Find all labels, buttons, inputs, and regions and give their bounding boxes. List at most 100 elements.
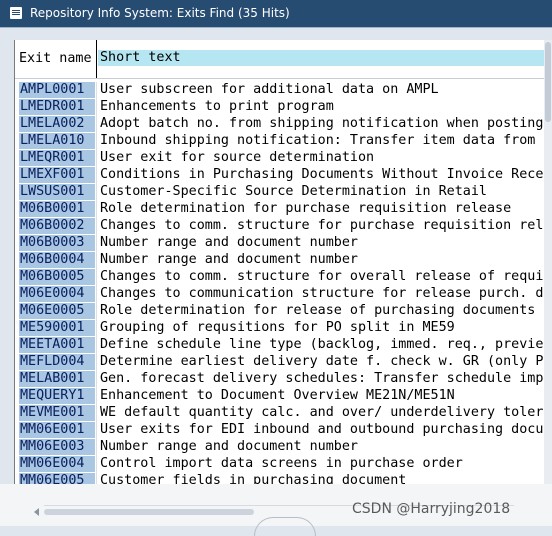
exit-name-cell[interactable]: LMELA002: [19, 116, 95, 132]
short-text[interactable]: Changes to comm. structure for purchase …: [100, 218, 543, 234]
exit-name: LWSUS001: [20, 184, 85, 199]
exit-name-cell[interactable]: MEVME001: [19, 405, 95, 421]
short-text[interactable]: Inbound shipping notification: Transfer …: [100, 133, 535, 149]
table-row[interactable]: LMEDR001 Enhancements to print program: [15, 99, 545, 116]
short-text[interactable]: Control import data screens in purchase …: [100, 456, 463, 472]
short-text[interactable]: Grouping of requsitions for PO split in …: [100, 320, 455, 336]
short-text[interactable]: Role determination for release of purcha…: [100, 303, 535, 319]
exit-name-cell[interactable]: M06B0002: [19, 218, 95, 234]
exit-name-cell[interactable]: MM06E003: [19, 439, 95, 455]
short-text[interactable]: Adopt batch no. from shipping notificati…: [100, 116, 543, 132]
exit-name-cell[interactable]: M06B0005: [19, 269, 95, 285]
exit-name: MM06E004: [20, 456, 85, 471]
exit-name-cell[interactable]: ME590001: [19, 320, 95, 336]
exit-name-cell[interactable]: MM06E005: [19, 473, 95, 484]
exit-name-cell[interactable]: M06E0005: [19, 303, 95, 319]
table-row[interactable]: M06E0005 Role determination for release o…: [15, 303, 545, 320]
table-row[interactable]: MM06E005 Customer fields in purchasing do…: [15, 473, 545, 484]
table-row[interactable]: ME590001 Grouping of requsitions for PO s…: [15, 320, 545, 337]
short-text[interactable]: Number range and document number: [100, 252, 358, 268]
table-row[interactable]: MELAB001 Gen. forecast delivery schedules…: [15, 371, 545, 388]
short-text[interactable]: Enhancements to print program: [100, 99, 334, 115]
window-menu-icon[interactable]: [10, 7, 22, 19]
table-row[interactable]: M06B0005 Changes to comm. structure for o…: [15, 269, 545, 286]
exit-name-cell[interactable]: MEQUERY1: [19, 388, 95, 404]
table-row[interactable]: LMELA010 Inbound shipping notification: T…: [15, 133, 545, 150]
short-text[interactable]: Determine earliest delivery date f. chec…: [100, 354, 543, 370]
table-header: Exit name Short text: [15, 40, 545, 79]
exit-name-cell[interactable]: LMEDR001: [19, 99, 95, 115]
table-row[interactable]: M06B0003 Number range and document number: [15, 235, 545, 252]
table-row[interactable]: MEQUERY1 Enhancement to Document Overview…: [15, 388, 545, 405]
table-row[interactable]: MM06E003 Number range and document number: [15, 439, 545, 456]
exit-name-cell[interactable]: LWSUS001: [19, 184, 95, 200]
exit-name: MM06E001: [20, 422, 85, 437]
results-table: Exit name Short text AMPL0001 User subscr…: [14, 40, 545, 484]
table-row[interactable]: M06B0001 Role determination for purchase …: [15, 201, 545, 218]
table-row[interactable]: AMPL0001 User subscreen for additional da…: [15, 82, 545, 99]
exit-name: MEETA001: [20, 337, 85, 352]
short-text[interactable]: Gen. forecast delivery schedules: Transf…: [100, 371, 543, 387]
short-text[interactable]: User exit for source determination: [100, 150, 374, 166]
short-text[interactable]: Customer-Specific Source Determination i…: [100, 184, 487, 200]
vertical-scrollbar[interactable]: [544, 40, 552, 484]
table-row[interactable]: MEFLD004 Determine earliest delivery date…: [15, 354, 545, 371]
table-row[interactable]: MEVME001 WE default quantity calc. and ov…: [15, 405, 545, 422]
exit-name-cell[interactable]: MM06E001: [19, 422, 95, 438]
exit-name: LMEDR001: [20, 99, 85, 114]
table-row[interactable]: LMEXF001 Conditions in Purchasing Documen…: [15, 167, 545, 184]
exit-name-cell[interactable]: M06B0004: [19, 252, 95, 268]
table-row[interactable]: MM06E001 User exits for EDI inbound and o…: [15, 422, 545, 439]
exit-name-cell[interactable]: MEETA001: [19, 337, 95, 353]
column-header-exit-name[interactable]: Exit name: [19, 51, 92, 67]
exit-name-cell[interactable]: AMPL0001: [19, 82, 95, 98]
window-titlebar: Repository Info System: Exits Find (35 H…: [0, 0, 552, 27]
short-text[interactable]: User subscreen for additional data on AM…: [100, 82, 439, 98]
exit-name-cell[interactable]: MEFLD004: [19, 354, 95, 370]
short-text[interactable]: Customer fields in purchasing document: [100, 473, 406, 484]
exit-name: M06E0005: [20, 303, 85, 318]
short-text[interactable]: Number range and document number: [100, 439, 358, 455]
table-row[interactable]: M06B0004 Number range and document number: [15, 252, 545, 269]
exit-name-cell[interactable]: LMELA010: [19, 133, 95, 149]
short-text[interactable]: User exits for EDI inbound and outbound …: [100, 422, 543, 438]
short-text[interactable]: Changes to communication structure for r…: [100, 286, 543, 302]
column-header-short-text: Short text: [100, 50, 181, 65]
exit-name-cell[interactable]: M06B0003: [19, 235, 95, 251]
short-text[interactable]: Number range and document number: [100, 235, 358, 251]
exit-name-cell[interactable]: MELAB001: [19, 371, 95, 387]
scroll-left-arrow-icon[interactable]: [34, 508, 39, 516]
table-row[interactable]: LMELA002 Adopt batch no. from shipping no…: [15, 116, 545, 133]
short-text[interactable]: Enhancement to Document Overview ME21N/M…: [100, 388, 455, 404]
short-text[interactable]: WE default quantity calc. and over/ unde…: [100, 405, 543, 421]
exit-name: M06B0003: [20, 235, 85, 250]
table-body: AMPL0001 User subscreen for additional da…: [15, 82, 545, 484]
titlebar-divider: [0, 27, 552, 28]
exit-name: M06B0004: [20, 252, 85, 267]
table-row[interactable]: LWSUS001 Customer-Specific Source Determi…: [15, 184, 545, 201]
exit-name-cell[interactable]: M06B0001: [19, 201, 95, 217]
exit-name: LMEXF001: [20, 167, 85, 182]
exit-name: LMELA010: [20, 133, 85, 148]
exit-name: MM06E005: [20, 473, 85, 484]
short-text[interactable]: Role determination for purchase requisit…: [100, 201, 511, 217]
table-row[interactable]: MEETA001 Define schedule line type (backl…: [15, 337, 545, 354]
exit-name-cell[interactable]: LMEQR001: [19, 150, 95, 166]
table-row[interactable]: M06E0004 Changes to communication structu…: [15, 286, 545, 303]
horizontal-scroll-thumb[interactable]: [44, 509, 254, 515]
table-row[interactable]: MM06E004 Control import data screens in p…: [15, 456, 545, 473]
column-header-short-text-cell[interactable]: Short text: [98, 50, 545, 66]
window-title: Repository Info System: Exits Find (35 H…: [30, 6, 290, 20]
short-text[interactable]: Define schedule line type (backlog, imme…: [100, 337, 543, 353]
exit-name-cell[interactable]: M06E0004: [19, 286, 95, 302]
exit-name-cell[interactable]: LMEXF001: [19, 167, 95, 183]
short-text[interactable]: Conditions in Purchasing Documents Witho…: [100, 167, 543, 183]
column-divider[interactable]: [96, 40, 97, 78]
vertical-scroll-thumb[interactable]: [545, 42, 551, 122]
table-row[interactable]: LMEQR001 User exit for source determinati…: [15, 150, 545, 167]
window-resize-arc: [254, 517, 316, 536]
table-row[interactable]: M06B0002 Changes to comm. structure for p…: [15, 218, 545, 235]
short-text[interactable]: Changes to comm. structure for overall r…: [100, 269, 543, 285]
exit-name-cell[interactable]: MM06E004: [19, 456, 95, 472]
exit-name: LMEQR001: [20, 150, 85, 165]
